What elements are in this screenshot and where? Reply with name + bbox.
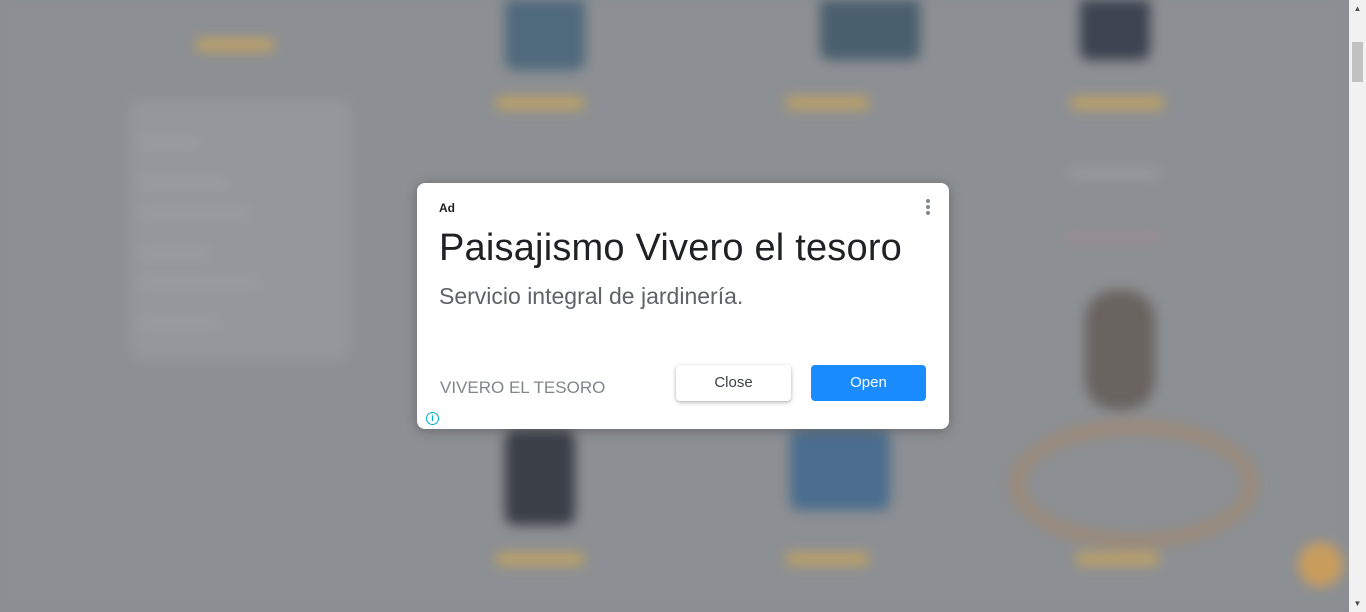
ad-badge: Ad: [439, 201, 455, 215]
bg-price: [785, 96, 870, 110]
bg-product-image: [1080, 0, 1150, 60]
more-vert-icon[interactable]: [924, 199, 932, 217]
bg-text: [140, 180, 230, 186]
bg-product-image: [505, 0, 585, 70]
bg-product-image: [1085, 290, 1155, 410]
advertiser-name[interactable]: VIVERO EL TESORO: [440, 378, 605, 398]
ad-description[interactable]: Servicio integral de jardinería.: [439, 283, 743, 310]
ad-modal: Ad Paisajismo Vivero el tesoro Servicio …: [417, 183, 949, 429]
bg-product-image: [505, 430, 575, 525]
bg-price: [1070, 96, 1165, 110]
ad-title[interactable]: Paisajismo Vivero el tesoro: [439, 227, 902, 270]
bg-product-image: [820, 0, 920, 60]
open-button[interactable]: Open: [811, 365, 926, 401]
bg-text: [140, 250, 210, 256]
bg-text: [140, 210, 250, 216]
bg-text: [140, 280, 260, 286]
bg-chat-bubble: [1298, 542, 1343, 587]
bg-price: [495, 96, 585, 110]
info-icon[interactable]: i: [426, 412, 439, 425]
bg-product-image: [1010, 420, 1258, 548]
bg-text: [1070, 170, 1160, 176]
close-button[interactable]: Close: [676, 365, 791, 401]
bg-badge: [195, 38, 275, 52]
scroll-down-arrow-icon[interactable]: ▼: [1349, 595, 1366, 612]
bg-price: [785, 552, 870, 566]
scroll-up-arrow-icon[interactable]: ▲: [1349, 0, 1366, 17]
bg-product-image: [790, 430, 890, 510]
bg-text: [140, 320, 220, 326]
scroll-thumb[interactable]: [1352, 42, 1363, 82]
bg-price: [495, 552, 585, 566]
page-scrollbar[interactable]: ▲ ▼: [1349, 0, 1366, 612]
bg-price: [1075, 552, 1160, 566]
bg-text: [140, 140, 200, 146]
bg-text: [1065, 235, 1160, 241]
